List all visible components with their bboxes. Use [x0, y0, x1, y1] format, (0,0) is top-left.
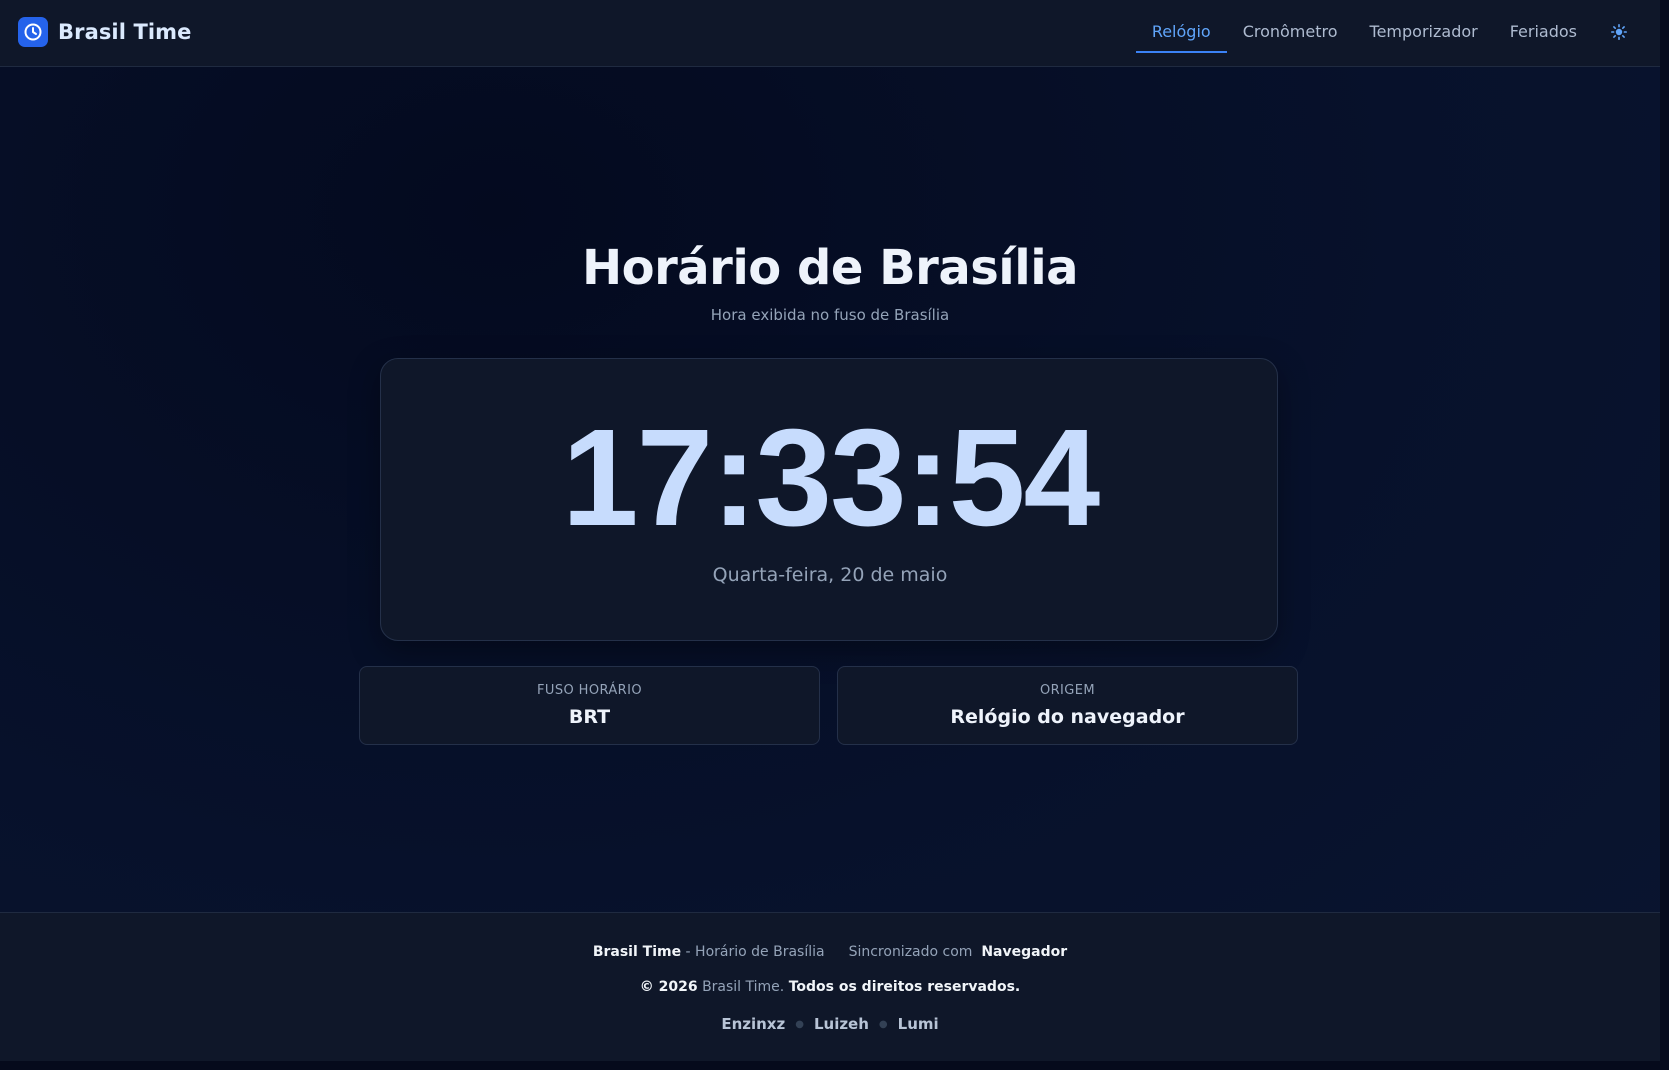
nav-item-relogio[interactable]: Relógio [1135, 0, 1227, 63]
app-root: Brasil Time Relógio Cronômetro Temporiza… [0, 0, 1660, 1061]
timezone-value: BRT [568, 706, 611, 728]
page-title: Horário de Brasília [581, 240, 1079, 296]
brand[interactable]: Brasil Time [18, 17, 192, 47]
nav-item-temporizador[interactable]: Temporizador [1354, 0, 1494, 63]
clock-time: 17:33:54 [561, 401, 1100, 555]
top-navbar: Brasil Time Relógio Cronômetro Temporiza… [0, 0, 1660, 67]
clock-card: 17:33:54 Quarta-feira, 20 de maio [380, 358, 1278, 641]
footer-brand: Brasil Time [592, 944, 682, 960]
clock-icon [18, 17, 48, 47]
timezone-label: FUSO HORÁRIO [537, 683, 642, 698]
nav-item-cronometro[interactable]: Cronômetro [1227, 0, 1354, 63]
clock-date: Quarta-feira, 20 de maio [712, 564, 948, 586]
source-value: Relógio do navegador [950, 706, 1185, 728]
nav-item-feriados[interactable]: Feriados [1494, 0, 1593, 63]
copyright-prefix: © 2026 [639, 979, 698, 995]
footer-copyright: © 2026 Brasil Time. Todos os direitos re… [0, 979, 1660, 995]
source-card: ORIGEM Relógio do navegador [837, 666, 1298, 745]
separator-dot: ● [795, 1019, 804, 1030]
sun-icon [1611, 23, 1627, 40]
brand-name: Brasil Time [58, 20, 192, 44]
footer-authors: Enzinxz ● Luizeh ● Lumi [0, 1015, 1660, 1033]
author-link-luizeh[interactable]: Luizeh [814, 1015, 869, 1033]
timezone-card: FUSO HORÁRIO BRT [359, 666, 820, 745]
footer-brand-line: Brasil Time - Horário de Brasília Sincron… [0, 944, 1660, 960]
copyright-brand: Brasil Time. [702, 979, 785, 995]
source-label: ORIGEM [1039, 683, 1095, 698]
page-subtitle: Hora exibida no fuso de Brasília [710, 306, 950, 324]
separator-dot: ● [878, 1019, 888, 1030]
copyright-suffix: Todos os direitos reservados. [788, 979, 1021, 995]
main-nav: Relógio Cronômetro Temporizador Feriados [1135, 0, 1660, 66]
footer-sync-prefix: Sincronizado com [848, 944, 973, 960]
footer-sync-source: Navegador [981, 944, 1068, 960]
author-link-lumi[interactable]: Lumi [898, 1015, 939, 1033]
theme-toggle-button[interactable] [1605, 0, 1633, 63]
author-link-enzinxz[interactable]: Enzinxz [721, 1015, 785, 1033]
footer: Brasil Time - Horário de Brasília Sincron… [0, 912, 1660, 1061]
footer-brand-suffix: - Horário de Brasília [681, 944, 825, 960]
